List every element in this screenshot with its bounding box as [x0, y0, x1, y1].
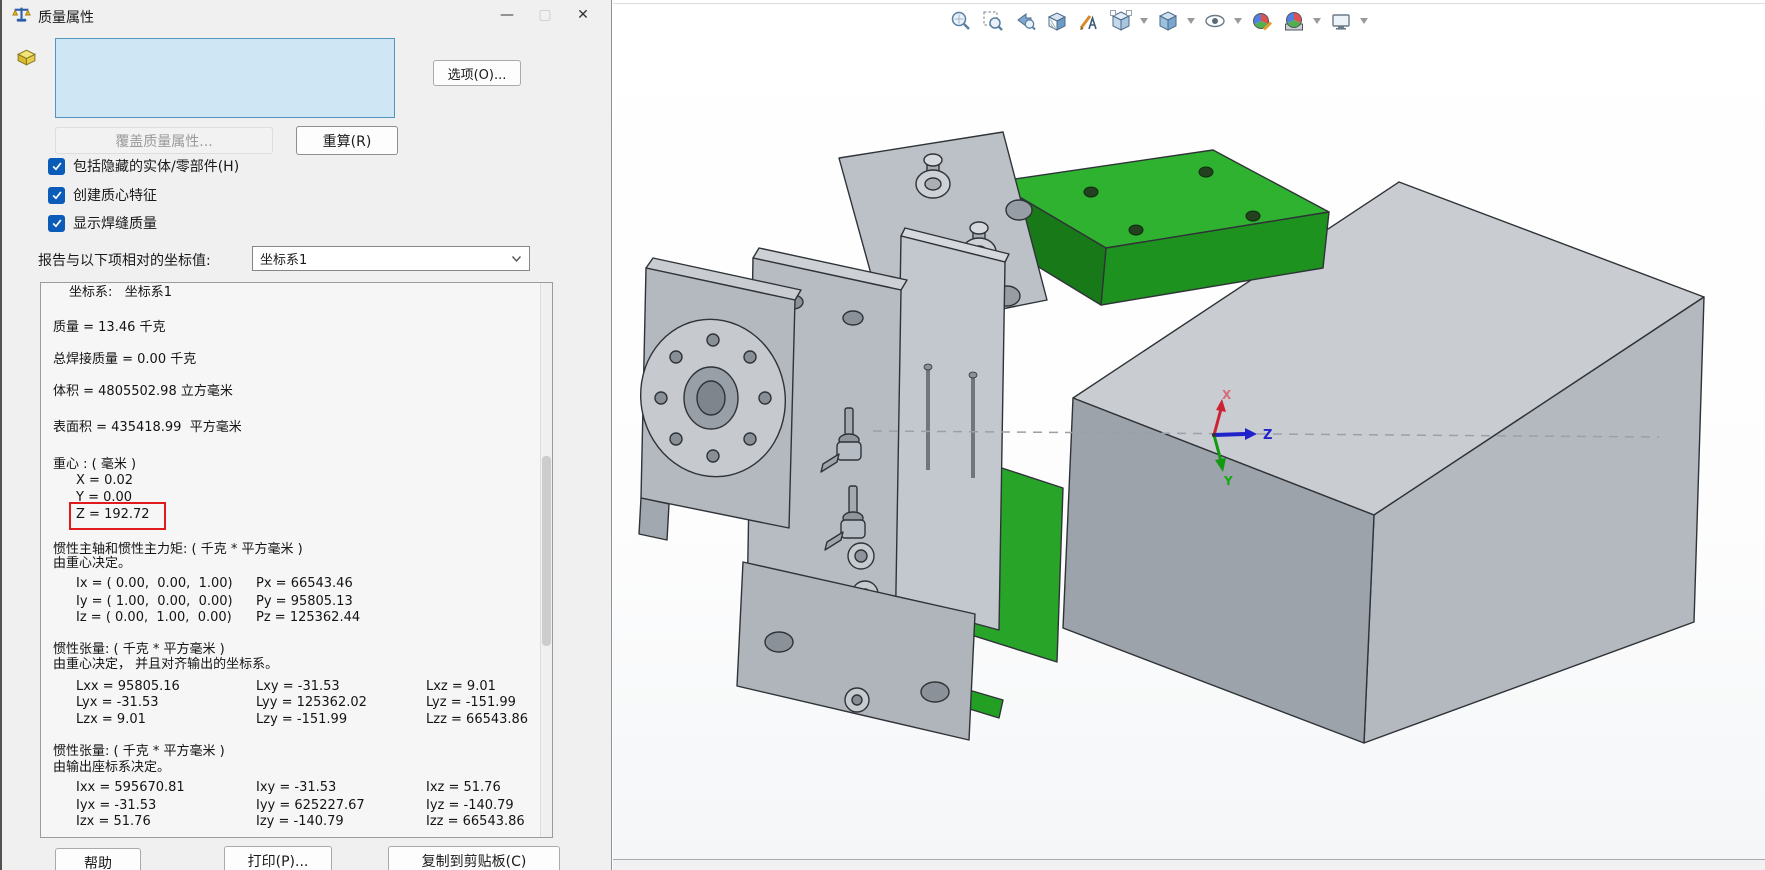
apply-scene-icon[interactable] — [1280, 7, 1307, 34]
principal-axes-subtitle: 由重心决定。 — [53, 556, 131, 572]
principal-moment-px: Px = 66543.46 — [256, 576, 353, 592]
checked-checkbox-icon — [48, 187, 65, 204]
view-orientation-icon[interactable] — [1107, 7, 1134, 34]
principal-moment-py: Py = 95805.13 — [256, 594, 353, 610]
left-window-edge — [0, 0, 2, 870]
report-scrollbar[interactable] — [540, 283, 552, 837]
edit-appearance-icon[interactable] — [1248, 7, 1275, 34]
tensor-cell: Lxz = 9.01 — [426, 679, 496, 695]
tensor-cell: Lyz = -151.99 — [426, 695, 516, 711]
checkbox-show-weld-mass[interactable]: 显示焊缝质量 — [48, 213, 157, 233]
tensor-cell: Ixz = 51.76 — [426, 780, 501, 796]
tensor-cell: Lzz = 66543.86 — [426, 712, 528, 728]
previous-view-icon[interactable] — [1011, 7, 1038, 34]
mass-properties-dialog: 质量属性 — ▢ ✕ 选项(O)... 覆盖质量属性... 重算(R) 包括隐藏… — [0, 0, 612, 870]
chevron-down-icon — [511, 255, 529, 263]
triad-y-label: Y — [1223, 474, 1233, 488]
print-button[interactable]: 打印(P)... — [224, 846, 332, 870]
checkbox-include-hidden[interactable]: 包括隐藏的实体/零部件(H) — [48, 156, 239, 176]
tensor-cell: Lxy = -31.53 — [256, 679, 340, 695]
tensor-cell: Iyz = -140.79 — [426, 798, 514, 814]
status-bar — [613, 859, 1765, 870]
report-scrollbar-thumb[interactable] — [542, 456, 551, 646]
tensor-cell: Ixx = 595670.81 — [76, 780, 185, 796]
tensor-cell: Iyy = 625227.67 — [256, 798, 365, 814]
principal-moment-pz: Pz = 125362.44 — [256, 610, 360, 626]
graphics-viewport[interactable]: X Z Y — [613, 0, 1765, 870]
view-settings-dropdown-caret[interactable] — [1359, 18, 1369, 24]
zoom-to-area-icon[interactable] — [979, 7, 1006, 34]
checkbox-label: 创建质心特征 — [73, 185, 157, 205]
hide-show-items-icon[interactable] — [1201, 7, 1228, 34]
centroid-title: 重心 : ( 毫米 ) — [53, 457, 136, 473]
coordinate-system-dropdown[interactable]: 坐标系1 — [252, 246, 530, 271]
tensor-cell: Lzx = 9.01 — [76, 712, 146, 728]
display-style-dropdown-caret[interactable] — [1186, 18, 1196, 24]
selection-input[interactable] — [55, 38, 395, 118]
dialog-titlebar[interactable]: 质量属性 — ▢ ✕ — [0, 0, 611, 30]
maximize-button: ▢ — [528, 2, 562, 28]
triad-z-label: Z — [1263, 428, 1272, 443]
report-coordinate-system: 坐标系: 坐标系1 — [69, 285, 172, 301]
tensor-cell: Izx = 51.76 — [76, 814, 151, 830]
tensor-output-title: 惯性张量: ( 千克 * 平方毫米 ) — [53, 744, 225, 760]
copy-to-clipboard-button[interactable]: 复制到剪贴板(C) — [388, 846, 560, 870]
close-button[interactable]: ✕ — [566, 2, 600, 28]
screenshot-root: 质量属性 — ▢ ✕ 选项(O)... 覆盖质量属性... 重算(R) 包括隐藏… — [0, 0, 1765, 870]
options-button[interactable]: 选项(O)... — [433, 60, 521, 86]
recalculate-button[interactable]: 重算(R) — [296, 126, 398, 155]
tensor-cell: Ixy = -31.53 — [256, 780, 336, 796]
mass-properties-scale-icon — [12, 5, 31, 28]
tensor-cell: Lyy = 125362.02 — [256, 695, 367, 711]
override-mass-properties-button[interactable]: 覆盖质量属性... — [55, 127, 273, 154]
hide-show-items-dropdown-caret[interactable] — [1233, 18, 1243, 24]
3d-model: X Z Y — [613, 0, 1765, 870]
view-settings-icon[interactable] — [1327, 7, 1354, 34]
part-icon — [15, 46, 38, 72]
tensor-centroid-subtitle: 由重心决定， 并且对齐输出的坐标系。 — [53, 657, 278, 673]
report-weld-mass: 总焊接质量 = 0.00 千克 — [53, 352, 196, 368]
zoom-to-fit-icon[interactable] — [947, 7, 974, 34]
dialog-title: 质量属性 — [38, 7, 94, 27]
checkbox-label: 包括隐藏的实体/零部件(H) — [73, 156, 239, 176]
flanged-cylinder[interactable] — [626, 258, 801, 540]
coordinate-system-value: 坐标系1 — [253, 249, 511, 268]
tensor-cell: Iyx = -31.53 — [76, 798, 156, 814]
tensor-cell: Izy = -140.79 — [256, 814, 344, 830]
report-mass: 质量 = 13.46 千克 — [53, 320, 166, 336]
middle-plate[interactable] — [895, 228, 1009, 630]
checked-checkbox-icon — [48, 215, 65, 232]
principal-axis-ix: Ix = ( 0.00, 0.00, 1.00) — [76, 576, 233, 592]
centroid-z-highlight-box — [69, 502, 166, 530]
report-surface-area: 表面积 = 435418.99 平方毫米 — [53, 420, 242, 436]
checkbox-create-com-feature[interactable]: 创建质心特征 — [48, 185, 157, 205]
tensor-output-subtitle: 由输出座标系决定。 — [53, 760, 170, 776]
display-style-icon[interactable] — [1154, 7, 1181, 34]
checkbox-label: 显示焊缝质量 — [73, 213, 157, 233]
apply-scene-dropdown-caret[interactable] — [1312, 18, 1322, 24]
tensor-cell: Lxx = 95805.16 — [76, 679, 180, 695]
view-orientation-dropdown-caret[interactable] — [1139, 18, 1149, 24]
mass-properties-report[interactable]: 坐标系: 坐标系1 质量 = 13.46 千克 总焊接质量 = 0.00 千克 … — [40, 282, 553, 838]
minimize-button[interactable]: — — [490, 2, 524, 28]
heads-up-view-toolbar — [947, 7, 1369, 34]
principal-axis-iy: Iy = ( 1.00, 0.00, 0.00) — [76, 594, 233, 610]
tensor-cell: Lyx = -31.53 — [76, 695, 159, 711]
tensor-cell: Izz = 66543.86 — [426, 814, 525, 830]
help-button[interactable]: 帮助 — [55, 848, 141, 870]
triad-x-label: X — [1222, 388, 1232, 402]
checked-checkbox-icon — [48, 158, 65, 175]
section-view-icon[interactable] — [1043, 7, 1070, 34]
tensor-cell: Lzy = -151.99 — [256, 712, 347, 728]
centroid-x: X = 0.02 — [76, 473, 133, 489]
coordinate-selector-label: 报告与以下项相对的坐标值: — [38, 250, 211, 270]
tensor-centroid-title: 惯性张量: ( 千克 * 平方毫米 ) — [53, 642, 225, 658]
report-volume: 体积 = 4805502.98 立方毫米 — [53, 384, 233, 400]
3d-drawing-view-icon[interactable] — [1075, 7, 1102, 34]
principal-axis-iz: Iz = ( 0.00, 1.00, 0.00) — [76, 610, 232, 626]
